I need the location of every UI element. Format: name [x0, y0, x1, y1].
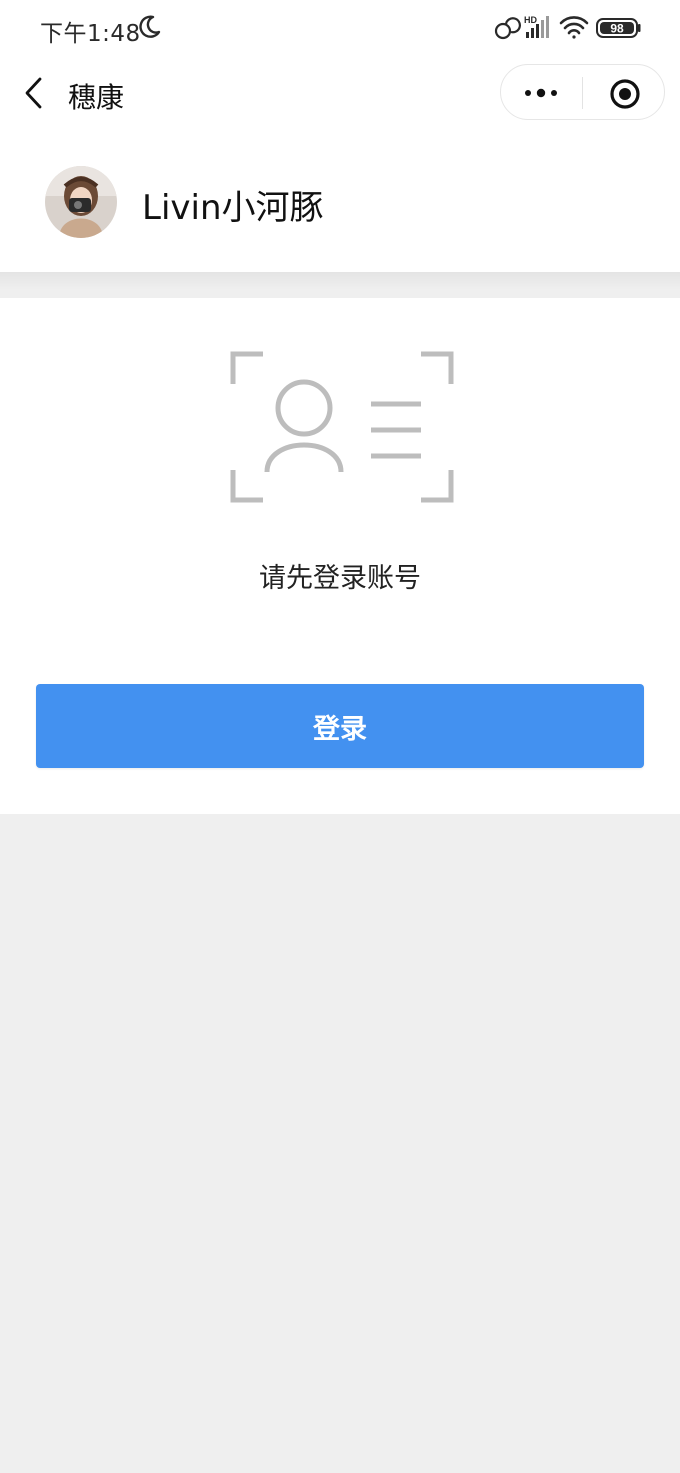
app-screen: 下午1:48 HD 98 穗康 Livin小河豚 请先登录账号 登录	[0, 0, 680, 1473]
status-time: 下午1:48	[40, 21, 141, 47]
link-icon	[494, 17, 521, 40]
page-title: 穗康	[68, 81, 125, 114]
mini-program-capsule	[500, 64, 665, 120]
login-prompt: 请先登录账号	[259, 563, 421, 594]
battery-icon: 98	[596, 18, 641, 38]
network-label: HD	[524, 15, 537, 25]
header-shadow	[0, 272, 680, 298]
target-circle-icon[interactable]	[609, 78, 641, 110]
login-button[interactable]: 登录	[36, 684, 644, 768]
login-card: 请先登录账号 登录	[0, 298, 680, 814]
moon-icon	[139, 15, 161, 38]
id-card-scan-icon	[230, 351, 454, 503]
more-dots-icon[interactable]	[523, 80, 559, 106]
back-icon[interactable]	[22, 76, 46, 110]
capsule-divider	[582, 77, 583, 109]
status-icons: HD 98	[494, 15, 641, 40]
battery-level: 98	[610, 22, 624, 36]
header-area: 下午1:48 HD 98 穗康 Livin小河豚	[0, 0, 680, 272]
avatar[interactable]	[45, 166, 117, 238]
username: Livin小河豚	[142, 188, 324, 228]
wifi-icon	[559, 16, 589, 39]
avatar-image	[45, 166, 117, 238]
